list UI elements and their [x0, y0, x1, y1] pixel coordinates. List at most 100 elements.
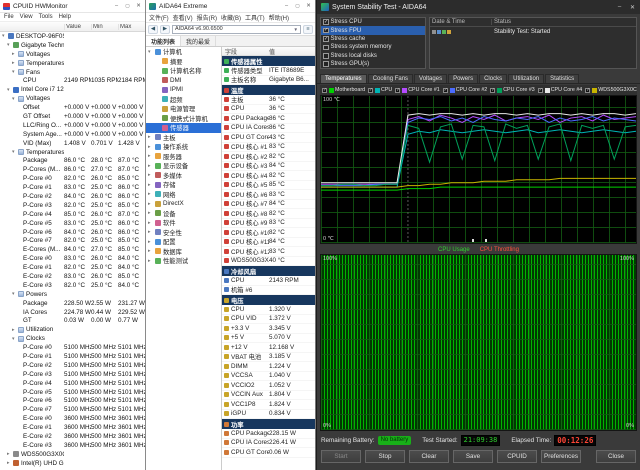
- column-header-value[interactable]: Value: [64, 24, 91, 30]
- expand-icon[interactable]: ▸: [148, 220, 154, 226]
- minimize-icon[interactable]: [283, 3, 290, 9]
- aida64-menu[interactable]: 收藏(B): [221, 13, 241, 22]
- field-row[interactable]: 机箱 #6: [222, 286, 315, 296]
- field-row[interactable]: CPU GT Cores0.06 W: [222, 448, 315, 458]
- field-row[interactable]: CPU 核心 #683 °C: [222, 190, 315, 200]
- field-row[interactable]: +3.3 V3.345 V: [222, 324, 315, 334]
- tree-item[interactable]: 计算机名称: [146, 66, 221, 76]
- aida64-menu[interactable]: 报告(R): [197, 13, 217, 22]
- field-row[interactable]: CPU GT Cores43 °C: [222, 133, 315, 143]
- sensor-row[interactable]: P-Core #45100 MHz500 MHz5101 MHz: [0, 379, 145, 388]
- field-row[interactable]: CPU 核心 #183 °C: [222, 143, 315, 153]
- preferences-button[interactable]: Preferences: [541, 450, 581, 463]
- sensor-row[interactable]: LLC/Ring O...+0.000 V+0.000 V+0.000 V: [0, 121, 145, 130]
- checkbox-checked-icon[interactable]: [585, 88, 590, 93]
- field-row[interactable]: CPU VID1.372 V: [222, 315, 315, 325]
- close-button[interactable]: Close: [596, 450, 636, 463]
- legend-item[interactable]: Motherboard: [322, 87, 365, 93]
- expand-icon[interactable]: ▸: [148, 153, 154, 159]
- field-row[interactable]: CPU 核心 #384 °C: [222, 162, 315, 172]
- sensor-row[interactable]: P-Core #782.0 °C25.0 °C85.0 °C: [0, 236, 145, 245]
- expand-icon[interactable]: ▸: [148, 210, 154, 216]
- tree-item[interactable]: DMI: [146, 76, 221, 86]
- field-row[interactable]: iGPU0.834 V: [222, 410, 315, 420]
- tree-item[interactable]: 电源管理: [146, 104, 221, 114]
- field-row[interactable]: 主板名称Gigabyte B6...: [222, 76, 315, 86]
- field-row[interactable]: WDS500G3X0C-00SJG040 °C: [222, 257, 315, 267]
- field-row[interactable]: DIMM1.224 V: [222, 362, 315, 372]
- checkbox-checked-icon[interactable]: [395, 88, 400, 93]
- stress-option-stress-cache[interactable]: Stress cache: [321, 35, 425, 43]
- back-icon[interactable]: ◀: [148, 25, 158, 34]
- sensor-row[interactable]: P-Core #55100 MHz500 MHz5101 MHz: [0, 388, 145, 397]
- tree-item[interactable]: 超频: [146, 95, 221, 105]
- hwmonitor-menu-file[interactable]: File: [4, 14, 14, 20]
- sensor-row[interactable]: P-Cores (M...86.0 °C27.0 °C87.0 °C: [0, 165, 145, 174]
- sensor-row[interactable]: P-Core #65100 MHz500 MHz5101 MHz: [0, 397, 145, 406]
- field-row[interactable]: CPU2143 RPM: [222, 276, 315, 286]
- tab-voltages[interactable]: Voltages: [414, 74, 447, 83]
- field-row[interactable]: CPU 核心 #1184 °C: [222, 238, 315, 248]
- sensor-row[interactable]: ▾DESKTOP-96F0S2C: [0, 32, 145, 41]
- tree-item[interactable]: 便携式计算机: [146, 114, 221, 124]
- start-button[interactable]: Start: [321, 450, 361, 463]
- sensor-row[interactable]: ▾Powers: [0, 290, 145, 299]
- stop-button[interactable]: Stop: [365, 450, 405, 463]
- field-row[interactable]: CPU 核心 #482 °C: [222, 171, 315, 181]
- legend-item[interactable]: CPU: [368, 87, 392, 93]
- sensor-row[interactable]: ▸Utilization: [0, 325, 145, 334]
- field-row[interactable]: CPU 核心 #585 °C: [222, 181, 315, 191]
- tab-utilization[interactable]: Utilization: [508, 74, 544, 83]
- sensor-row[interactable]: E-Core #03600 MHz500 MHz3601 MHz: [0, 414, 145, 423]
- sensor-row[interactable]: P-Core #485.0 °C26.0 °C87.0 °C: [0, 210, 145, 219]
- sensor-row[interactable]: E-Cores (M...84.0 °C27.0 °C85.0 °C: [0, 245, 145, 254]
- hwmonitor-titlebar[interactable]: CPUID HWMonitor: [0, 0, 145, 13]
- expand-icon[interactable]: ▸: [148, 163, 154, 169]
- aida64-menu[interactable]: 查看(V): [173, 13, 193, 22]
- tree-item[interactable]: ▸操作系统: [146, 142, 221, 152]
- checkbox-checked-icon[interactable]: [323, 36, 329, 42]
- tree-item[interactable]: ▸网络: [146, 190, 221, 200]
- checkbox-checked-icon[interactable]: [538, 88, 543, 93]
- stability-titlebar[interactable]: System Stability Test - AIDA64: [317, 0, 640, 14]
- stress-option-stress-system-memory[interactable]: Stress system memory: [321, 43, 425, 51]
- sensor-row[interactable]: P-Core #35100 MHz500 MHz5101 MHz: [0, 370, 145, 379]
- tab-cooling-fans[interactable]: Cooling Fans: [368, 74, 413, 83]
- expand-icon[interactable]: ▸: [148, 144, 154, 150]
- report-icon[interactable]: ≡: [303, 25, 313, 34]
- aida64-titlebar[interactable]: AIDA64 Extreme: [146, 0, 315, 13]
- aida64-menu[interactable]: 文件(F): [149, 13, 169, 22]
- aida64-menu[interactable]: 工具(T): [245, 13, 265, 22]
- sensor-row[interactable]: Package86.0 °C28.0 °C87.0 °C: [0, 156, 145, 165]
- field-row[interactable]: 主板36 °C: [222, 95, 315, 105]
- sensor-row[interactable]: P-Core #183.0 °C25.0 °C86.0 °C: [0, 183, 145, 192]
- tree-item[interactable]: 摘要: [146, 57, 221, 67]
- tab-clocks[interactable]: Clocks: [479, 74, 507, 83]
- stress-option-stress-gpu-s[interactable]: Stress GPU(s): [321, 60, 425, 68]
- maximize-icon[interactable]: [294, 3, 301, 9]
- tab-statistics[interactable]: Statistics: [545, 74, 579, 83]
- save-button[interactable]: Save: [453, 450, 493, 463]
- hwmonitor-menu-view[interactable]: View: [20, 14, 33, 20]
- tree-item[interactable]: ▸服务器: [146, 152, 221, 162]
- field-row[interactable]: CPU 核心 #882 °C: [222, 209, 315, 219]
- minimize-icon[interactable]: [616, 4, 623, 11]
- checkbox-unchecked-icon[interactable]: [323, 61, 329, 67]
- stress-option-stress-cpu[interactable]: Stress CPU: [321, 18, 425, 26]
- legend-item[interactable]: CPU Core #3: [490, 87, 535, 93]
- field-row[interactable]: CPU 核心 #1082 °C: [222, 228, 315, 238]
- field-row[interactable]: VCCIN Aux1.804 V: [222, 391, 315, 401]
- sensor-row[interactable]: P-Core #583.0 °C25.0 °C86.0 °C: [0, 219, 145, 228]
- sensor-row[interactable]: GT Offset+0.000 V+0.000 V+0.000 V: [0, 112, 145, 121]
- tree-item[interactable]: ▸多媒体: [146, 171, 221, 181]
- sensor-row[interactable]: E-Core #13600 MHz500 MHz3601 MHz: [0, 423, 145, 432]
- tab-temperatures[interactable]: Temperatures: [320, 74, 367, 83]
- sensor-row[interactable]: P-Core #75100 MHz500 MHz5101 MHz: [0, 405, 145, 414]
- checkbox-checked-icon[interactable]: [323, 19, 329, 25]
- tab-powers[interactable]: Powers: [448, 74, 478, 83]
- legend-item[interactable]: WDS500G3X0C-00SJG0: [585, 87, 637, 93]
- tree-item[interactable]: ▸性能测试: [146, 256, 221, 266]
- sensor-row[interactable]: ▾Temperatures: [0, 148, 145, 157]
- legend-item[interactable]: CPU Core #2: [443, 87, 488, 93]
- tree-item[interactable]: ▸软件: [146, 218, 221, 228]
